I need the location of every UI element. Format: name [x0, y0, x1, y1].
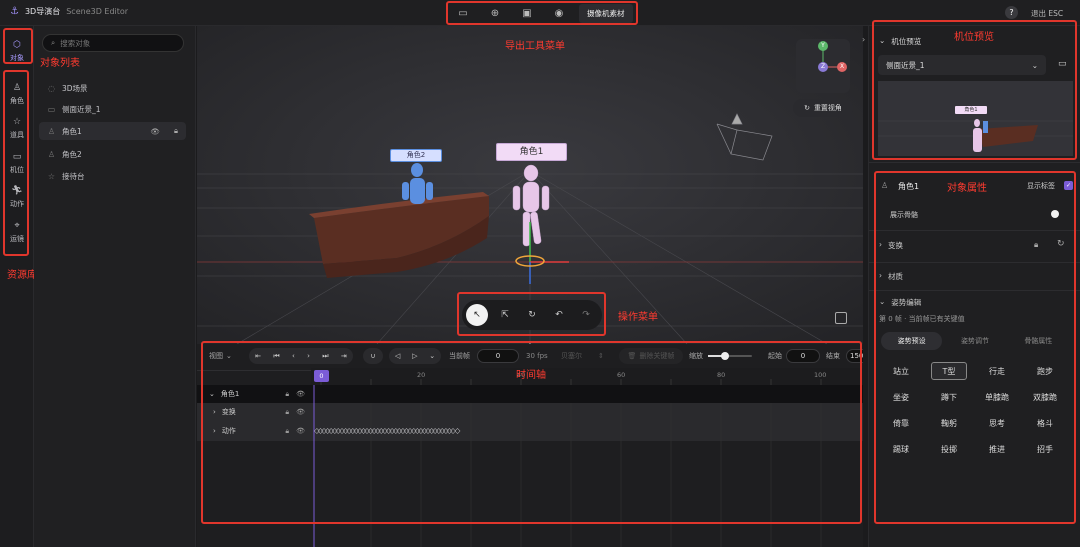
search-input[interactable]: ⌕ 搜索对象: [42, 34, 184, 52]
search-icon: ⌕: [51, 38, 56, 47]
divider: [869, 162, 1080, 163]
app-logo-icon: ⚓: [10, 6, 19, 17]
help-button[interactable]: ?: [1005, 6, 1018, 19]
object-label: 3D场景: [62, 83, 88, 93]
prop-icon: ☆: [47, 171, 56, 181]
app-subtitle: Scene3D Editor: [66, 7, 129, 16]
annotation-export-menu: 导出工具菜单: [505, 41, 565, 52]
object-item-char1[interactable]: ♙ 角色1 👁︎ 🔒︎: [39, 122, 186, 140]
person-icon: ♙: [47, 149, 56, 159]
axis-x[interactable]: X: [837, 62, 847, 72]
object-label: 侧面近景_1: [62, 104, 101, 114]
object-item-scene[interactable]: ◌ 3D场景: [39, 79, 186, 97]
object-props-highlight: [874, 171, 1076, 524]
object-label: 角色1: [62, 126, 82, 136]
axis-y[interactable]: Y: [818, 41, 828, 51]
camera-preview-highlight: [872, 20, 1077, 160]
char2-tag[interactable]: 角色2: [390, 149, 442, 162]
object-label: 接待台: [62, 171, 85, 181]
object-item-desk[interactable]: ☆ 接待台: [39, 167, 186, 185]
person-icon: ♙: [47, 126, 56, 136]
axis-z[interactable]: Z: [818, 62, 828, 72]
reset-view-label: 重置视角: [813, 104, 842, 112]
fullscreen-icon[interactable]: [835, 312, 847, 324]
exit-button[interactable]: 退出 ESC: [1031, 8, 1063, 19]
annotation-object-list: 对象列表: [40, 58, 80, 69]
annotation-asset-library: 资源库: [7, 270, 37, 281]
operation-menu-highlight: [457, 292, 606, 336]
object-label: 角色2: [62, 149, 82, 159]
search-placeholder: 搜索对象: [60, 38, 91, 48]
reset-view-button[interactable]: ↻ 重置视角: [793, 99, 853, 117]
export-menu-highlight: [446, 1, 638, 25]
object-item-char2[interactable]: ♙ 角色2: [39, 145, 186, 163]
asset-library-highlight: [3, 70, 29, 256]
scene-icon: ◌: [48, 83, 55, 93]
camera-icon: ▭: [47, 104, 56, 114]
lock-icon[interactable]: 🔒︎: [174, 126, 178, 136]
eye-icon[interactable]: 👁︎: [150, 127, 160, 136]
objects-nav-highlight: [3, 28, 33, 64]
rotate-icon: ↻: [804, 104, 810, 112]
object-item-camera[interactable]: ▭ 侧面近景_1: [39, 100, 186, 118]
annotation-operation-menu: 操作菜单: [618, 312, 658, 323]
object-panel: ⌕ 搜索对象 对象列表 ◌ 3D场景 ▭ 侧面近景_1 ♙ 角色1 👁︎ 🔒︎ …: [34, 26, 196, 547]
annotation-timeline: 时间轴: [516, 370, 546, 381]
collapse-panel-icon[interactable]: ›: [862, 35, 865, 44]
app-name: 3D导演台: [24, 7, 61, 16]
axis-gizmo[interactable]: Y Z X: [796, 39, 850, 93]
char1-tag[interactable]: 角色1: [496, 143, 567, 161]
brand: ⚓ 3D导演台 Scene3D Editor: [10, 6, 128, 17]
